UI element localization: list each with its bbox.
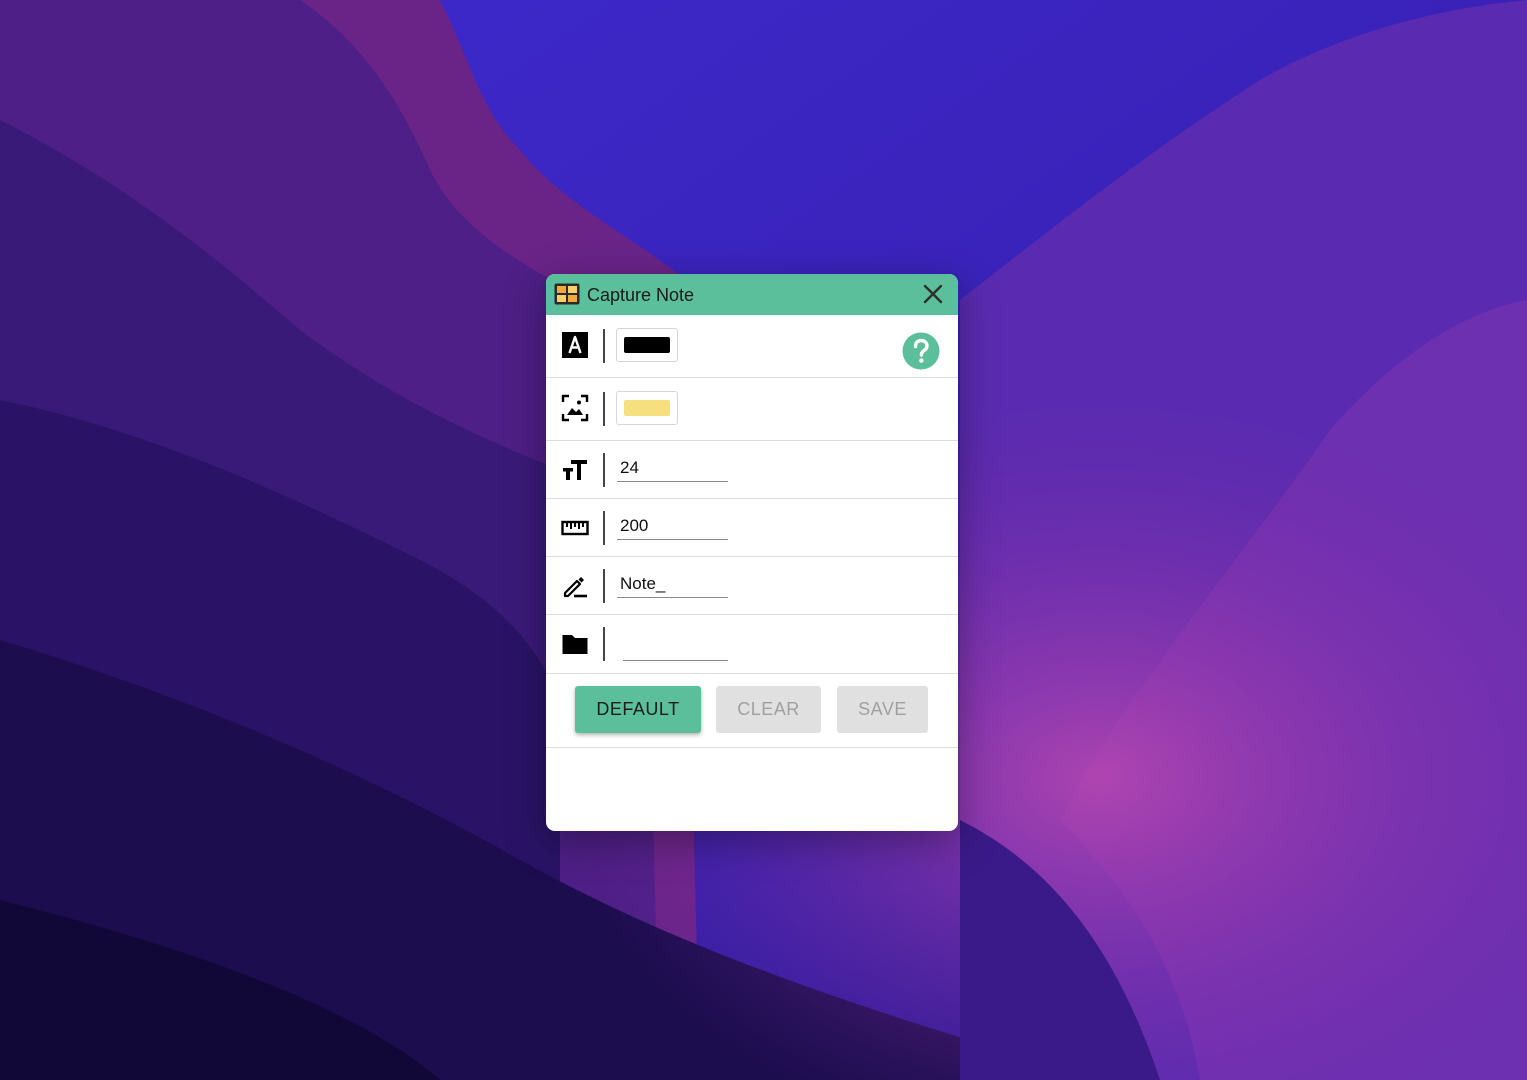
separator xyxy=(603,569,605,603)
separator xyxy=(603,453,605,487)
save-button[interactable]: SAVE xyxy=(837,686,928,733)
text-color-icon xyxy=(562,332,588,358)
width-row xyxy=(546,499,958,557)
width-input[interactable] xyxy=(617,513,728,540)
folder-row xyxy=(546,615,958,674)
capture-note-window: Capture Note 24 200 Note_ DEFAULT CLEAR … xyxy=(546,274,958,831)
filename-prefix-input[interactable] xyxy=(617,571,728,598)
background-color-picker[interactable] xyxy=(616,391,678,425)
window-title: Capture Note xyxy=(587,285,695,305)
text-color-picker[interactable] xyxy=(616,328,678,362)
close-icon[interactable] xyxy=(922,283,944,305)
font-size-input[interactable] xyxy=(617,455,728,482)
app-logo-icon xyxy=(554,283,580,305)
separator xyxy=(603,627,605,661)
edit-pen-icon xyxy=(563,577,587,598)
separator xyxy=(603,329,605,363)
separator xyxy=(603,511,605,545)
title-bar[interactable]: Capture Note xyxy=(546,274,958,315)
background-image-icon xyxy=(561,394,589,422)
font-size-row xyxy=(546,441,958,499)
folder-path-input[interactable] xyxy=(623,634,728,661)
folder-icon xyxy=(562,635,588,654)
default-button[interactable]: DEFAULT xyxy=(575,686,701,733)
clear-button[interactable]: CLEAR xyxy=(716,686,821,733)
action-buttons-row: DEFAULT CLEAR SAVE xyxy=(546,674,958,748)
background-color-swatch xyxy=(624,400,670,416)
ruler-icon xyxy=(561,520,589,536)
text-size-icon xyxy=(563,460,587,480)
background-color-row xyxy=(546,378,958,441)
help-icon[interactable] xyxy=(902,332,940,370)
separator xyxy=(603,392,605,426)
text-color-row xyxy=(546,315,958,378)
filename-row xyxy=(546,557,958,615)
text-color-swatch xyxy=(624,337,670,353)
